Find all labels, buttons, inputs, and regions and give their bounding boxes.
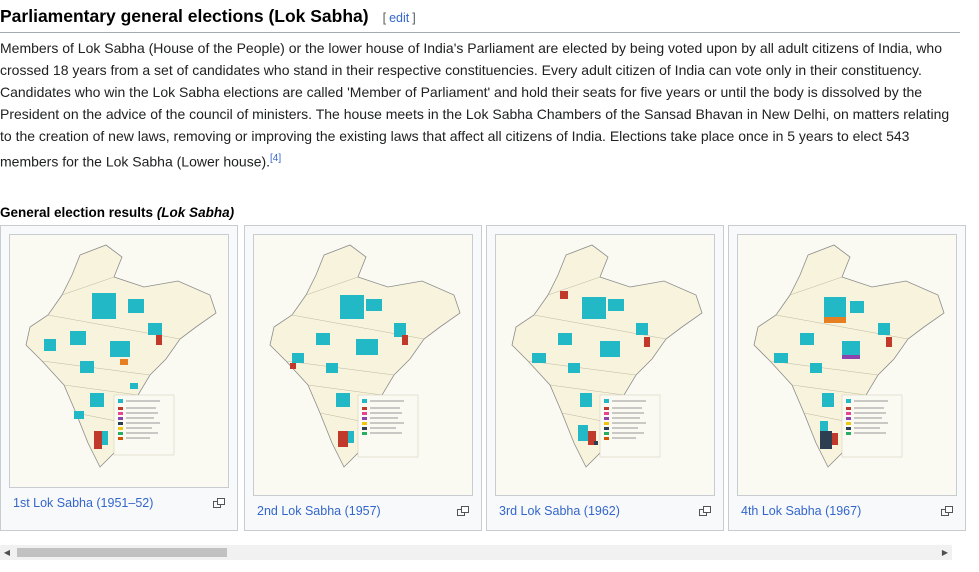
enlarge-icon[interactable] xyxy=(213,498,225,508)
enlarge-icon[interactable] xyxy=(941,506,953,516)
gallery-item: 3rd Lok Sabha (1962) xyxy=(486,225,724,531)
gallery-title-italic: (Lok Sabha) xyxy=(156,205,235,220)
gallery-caption: 1st Lok Sabha (1951–52) xyxy=(1,496,237,510)
scroll-left-arrow-icon[interactable]: ◀ xyxy=(0,545,14,560)
gallery-caption: 4th Lok Sabha (1967) xyxy=(729,504,965,518)
intro-paragraph: Members of Lok Sabha (House of the Peopl… xyxy=(0,37,960,173)
enlarge-icon[interactable] xyxy=(699,506,711,516)
edit-link[interactable]: edit xyxy=(386,11,412,25)
gallery-item: 2nd Lok Sabha (1957) xyxy=(244,225,482,531)
caption-link[interactable]: 2nd Lok Sabha (1957) xyxy=(257,504,381,518)
scroll-right-arrow-icon[interactable]: ▶ xyxy=(938,545,952,560)
map-thumbnail[interactable] xyxy=(253,234,473,496)
gallery-caption: 2nd Lok Sabha (1957) xyxy=(245,504,481,518)
gallery-item: 1st Lok Sabha (1951–52) xyxy=(0,225,238,531)
india-map-image xyxy=(511,244,703,468)
reference-sup: [4] xyxy=(270,151,281,164)
caption-link[interactable]: 3rd Lok Sabha (1962) xyxy=(499,504,620,518)
paragraph-text: Members of Lok Sabha (House of the Peopl… xyxy=(0,40,950,170)
section-title: Parliamentary general elections (Lok Sab… xyxy=(0,6,369,26)
india-map-image xyxy=(753,244,945,468)
map-thumbnail[interactable] xyxy=(495,234,715,496)
caption-link[interactable]: 4th Lok Sabha (1967) xyxy=(741,504,861,518)
map-thumbnail[interactable] xyxy=(737,234,957,496)
scrollbar-thumb[interactable] xyxy=(17,548,227,557)
gallery-item: 4th Lok Sabha (1967) xyxy=(728,225,966,531)
section-heading: Parliamentary general elections (Lok Sab… xyxy=(0,4,960,33)
caption-link[interactable]: 1st Lok Sabha (1951–52) xyxy=(13,496,153,510)
india-map-image xyxy=(269,244,461,468)
reference-link[interactable]: [4] xyxy=(270,153,281,164)
horizontal-scrollbar[interactable]: ◀ ▶ xyxy=(0,545,952,560)
enlarge-icon[interactable] xyxy=(457,506,469,516)
edit-bracket-close: ] xyxy=(412,11,416,25)
india-map-image xyxy=(25,244,217,468)
gallery-title: General election results (Lok Sabha) xyxy=(0,205,234,220)
gallery: 1st Lok Sabha (1951–52) 2nd Lok Sabha (1… xyxy=(0,225,979,543)
map-thumbnail[interactable] xyxy=(9,234,229,488)
gallery-caption: 3rd Lok Sabha (1962) xyxy=(487,504,723,518)
gallery-title-text: General election results xyxy=(0,205,157,220)
edit-section: [edit] xyxy=(383,11,416,25)
